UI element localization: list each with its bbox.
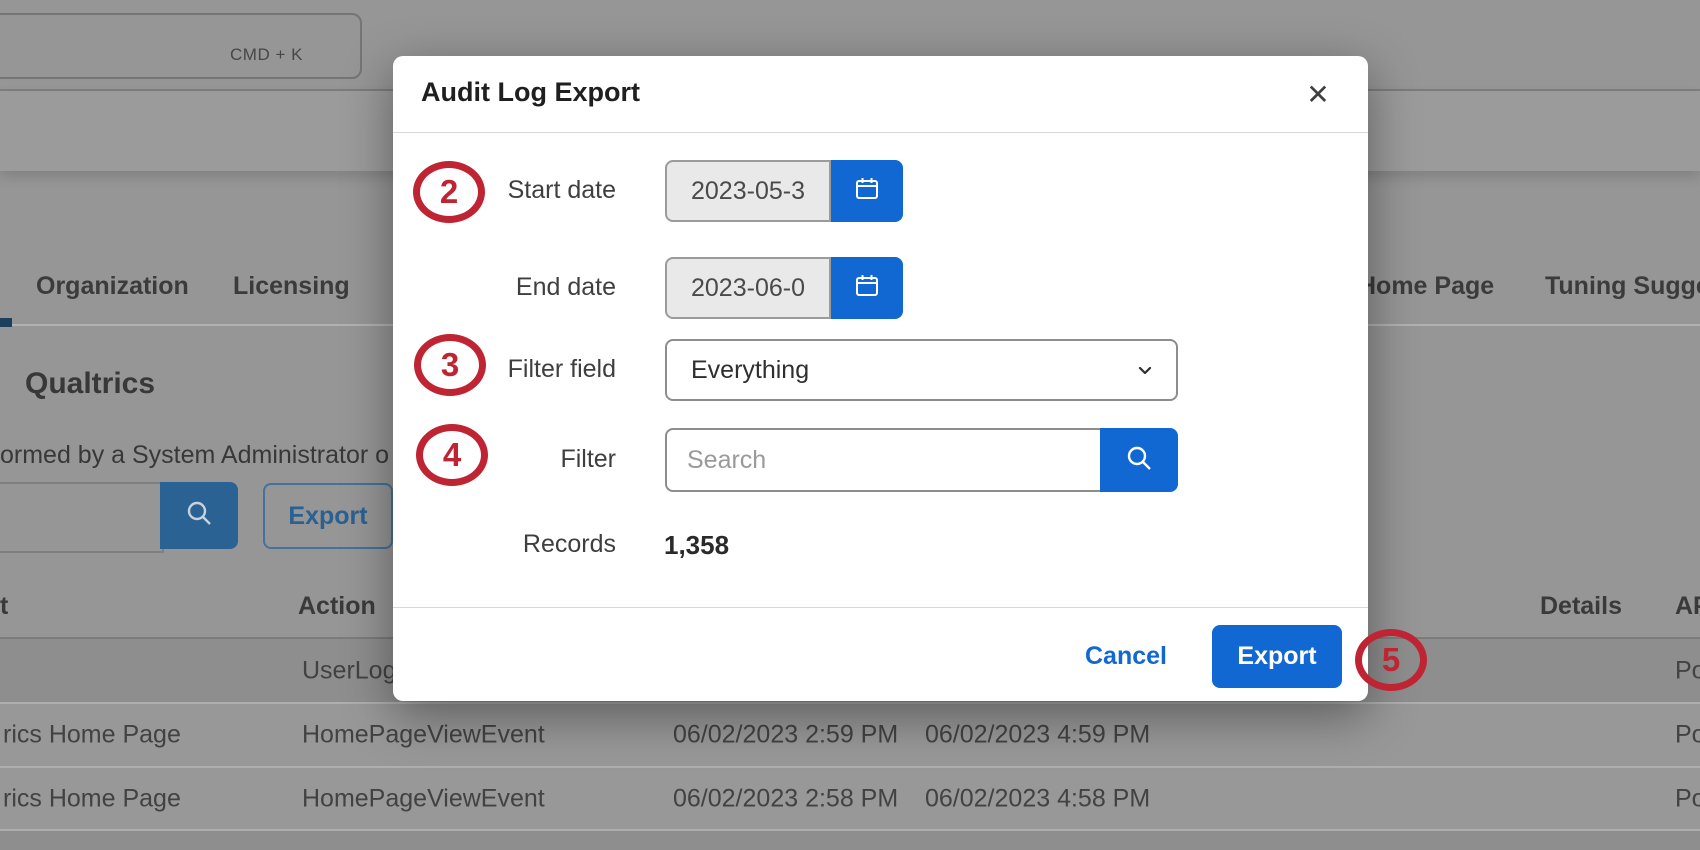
filter-field-select[interactable]: Everything — [665, 339, 1178, 401]
dialog-footer-divider — [393, 607, 1368, 608]
col-header-action[interactable]: Action — [298, 592, 376, 621]
col-header-details[interactable]: Details — [1540, 592, 1622, 621]
table-row[interactable]: rics Home Page HomePageViewEvent 06/02/2… — [0, 768, 1700, 829]
records-label: Records — [413, 530, 616, 559]
records-count: 1,358 — [664, 530, 729, 561]
table-row[interactable]: rics Home Page HomePageViewEvent 06/02/2… — [0, 704, 1700, 766]
audit-search-input[interactable] — [0, 482, 164, 553]
annotation-step-4: 4 — [416, 424, 488, 486]
cell-api: Po — [1675, 656, 1700, 685]
chevron-down-icon — [1134, 359, 1176, 381]
cell-action: HomePageViewEvent — [302, 784, 545, 813]
screen: CMD + K Organization Licensing Home Page… — [0, 0, 1700, 850]
cell-action: UserLog — [302, 656, 397, 685]
end-date-label: End date — [413, 273, 616, 302]
cell-object: rics Home Page — [3, 784, 181, 813]
dialog-header-divider — [393, 132, 1368, 133]
tab-tuning-suggestions[interactable]: Tuning Sugge — [1545, 272, 1700, 301]
export-button[interactable]: Export — [1212, 625, 1342, 688]
audit-export-label: Export — [288, 502, 367, 531]
calendar-icon — [854, 273, 880, 304]
tab-organization[interactable]: Organization — [36, 272, 189, 301]
page-title: Qualtrics — [25, 367, 155, 401]
cell-time-start: 06/02/2023 2:59 PM — [673, 721, 898, 750]
cell-object: rics Home Page — [3, 721, 181, 750]
col-header-api[interactable]: AP — [1675, 592, 1700, 621]
dialog-title: Audit Log Export — [421, 77, 640, 108]
cell-action: HomePageViewEvent — [302, 721, 545, 750]
cell-time-start: 06/02/2023 2:58 PM — [673, 784, 898, 813]
annotation-step-2: 2 — [413, 161, 485, 223]
audit-search-button[interactable] — [160, 482, 238, 549]
global-search-bar[interactable]: CMD + K — [0, 13, 362, 79]
cancel-button[interactable]: Cancel — [1076, 642, 1176, 671]
page-description: ormed by a System Administrator o — [0, 441, 389, 470]
start-date-input[interactable]: 2023-05-3 — [665, 160, 831, 222]
tab-licensing[interactable]: Licensing — [233, 272, 350, 301]
cell-time-end: 06/02/2023 4:58 PM — [925, 784, 1150, 813]
tab-home-page[interactable]: Home Page — [1358, 272, 1494, 301]
filter-search-input[interactable] — [665, 428, 1100, 492]
cell-time-end: 06/02/2023 4:59 PM — [925, 721, 1150, 750]
annotation-step-5: 5 — [1355, 629, 1427, 691]
col-header-object[interactable]: t — [0, 592, 8, 621]
audit-log-export-dialog: Audit Log Export ✕ Start date 2023-05-3 … — [393, 56, 1368, 701]
calendar-icon — [854, 176, 880, 207]
search-icon — [1124, 443, 1154, 478]
close-icon[interactable]: ✕ — [1298, 74, 1338, 114]
cell-api: Po — [1675, 721, 1700, 750]
export-button-label: Export — [1237, 642, 1316, 671]
active-tab-indicator — [0, 318, 12, 327]
table-row[interactable] — [0, 831, 1700, 850]
audit-export-button[interactable]: Export — [263, 483, 393, 549]
keyboard-shortcut-hint: CMD + K — [230, 45, 303, 65]
filter-search-button[interactable] — [1100, 428, 1178, 492]
annotation-step-3: 3 — [414, 334, 486, 396]
cell-api: Po — [1675, 784, 1700, 813]
end-date-value: 2023-06-0 — [691, 274, 805, 303]
start-date-value: 2023-05-3 — [691, 177, 805, 206]
start-date-calendar-button[interactable] — [831, 160, 903, 222]
end-date-input[interactable]: 2023-06-0 — [665, 257, 831, 319]
search-icon — [184, 498, 214, 533]
end-date-calendar-button[interactable] — [831, 257, 903, 319]
filter-field-value: Everything — [667, 356, 1134, 385]
